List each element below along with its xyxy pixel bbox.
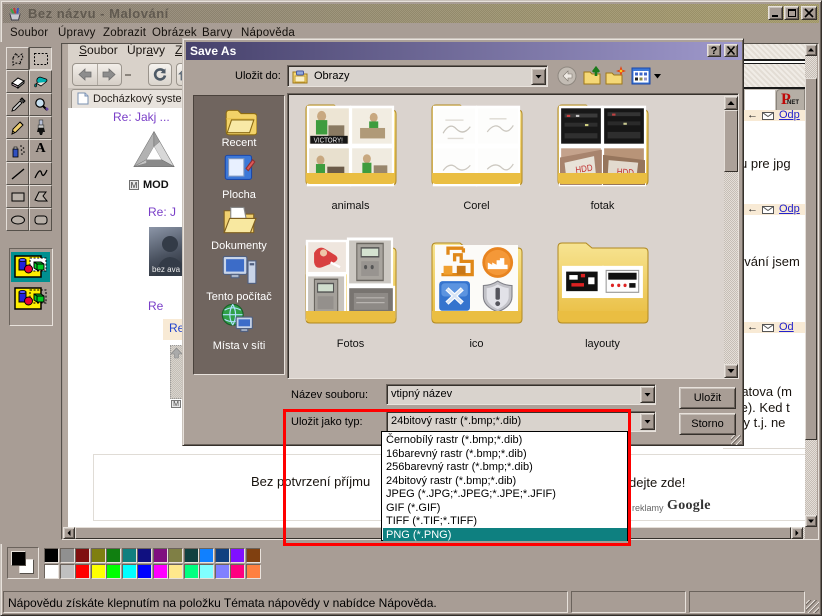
svg-text:VICTORY!: VICTORY! — [314, 137, 343, 144]
svg-text:bez ava: bez ava — [152, 265, 181, 274]
